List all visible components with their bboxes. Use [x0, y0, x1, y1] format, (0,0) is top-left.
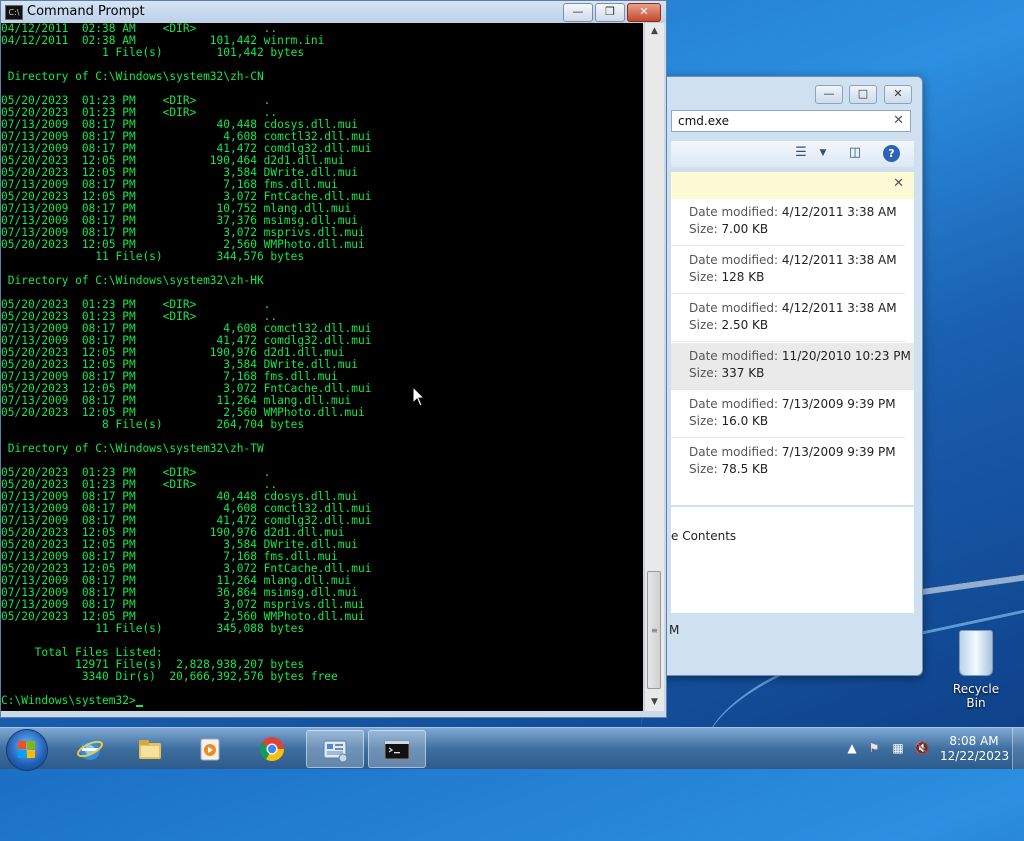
taskbar: ▲ ⚑ ▦ 🔇 8:08 AM 12/22/2023 [0, 727, 1024, 771]
taskbar-clock[interactable]: 8:08 AM 12/22/2023 [940, 734, 1010, 764]
date-value: 4/12/2011 3:38 AM [781, 253, 897, 267]
scrollbar-thumb[interactable]: ≡ [647, 571, 661, 689]
list-item-selected[interactable]: Date modified: 11/20/2010 10:23 PM Size:… [671, 343, 914, 390]
size-value: 16.0 KB [721, 414, 769, 428]
cmd-icon: C:\ [5, 5, 23, 20]
window-title: Command Prompt [27, 4, 145, 19]
chevron-down-icon[interactable]: ▼ [815, 146, 831, 160]
list-item[interactable]: Date modified: 4/12/2011 3:38 AM Size: 7… [671, 199, 905, 246]
file-contents-link[interactable]: e Contents [671, 529, 736, 543]
size-value: 7.00 KB [721, 222, 769, 236]
clock-time: 8:08 AM [949, 734, 999, 748]
date-label: Date modified: [689, 301, 779, 315]
date-value: 7/13/2009 9:39 PM [781, 445, 896, 459]
search-value: cmd.exe [678, 114, 730, 128]
size-label: Size: [689, 318, 718, 332]
clear-search-icon[interactable]: ✕ [893, 113, 904, 128]
taskbar-chrome[interactable] [244, 730, 302, 768]
date-label: Date modified: [689, 253, 779, 267]
size-label: Size: [689, 270, 718, 284]
volume-muted-icon[interactable]: 🔇 [914, 740, 930, 756]
close-button[interactable]: ✕ [884, 85, 912, 104]
recycle-bin[interactable]: Recycle Bin [944, 630, 1008, 710]
chrome-icon [259, 737, 284, 762]
size-value: 78.5 KB [721, 462, 769, 476]
list-item[interactable]: Date modified: 4/12/2011 3:38 AM Size: 2… [671, 295, 905, 342]
size-label: Size: [689, 462, 718, 476]
size-label: Size: [689, 414, 718, 428]
clock-date: 12/22/2023 [940, 749, 1010, 763]
list-item[interactable]: Date modified: 4/12/2011 3:38 AM Size: 1… [671, 247, 905, 294]
size-label: Size: [689, 222, 718, 236]
preview-pane-icon[interactable]: ◫ [847, 146, 863, 160]
status-text: M [669, 623, 680, 637]
start-button[interactable] [6, 729, 48, 771]
folder-icon [139, 740, 161, 759]
date-value: 11/20/2010 10:23 PM [781, 349, 911, 363]
network-icon[interactable]: ▦ [890, 740, 906, 756]
maximize-button[interactable]: ❐ [595, 3, 625, 22]
date-value: 7/13/2009 9:39 PM [781, 397, 896, 411]
list-item[interactable]: Date modified: 7/13/2009 9:39 PM Size: 7… [671, 439, 905, 485]
search-again-panel: e Contents [671, 507, 914, 613]
minimize-button[interactable]: — [563, 3, 593, 22]
date-label: Date modified: [689, 205, 779, 219]
action-center-flag-icon[interactable]: ⚑ [866, 740, 882, 756]
taskbar-file-explorer[interactable] [122, 730, 180, 768]
info-bar[interactable]: ✕ [671, 172, 914, 200]
date-value: 4/12/2011 3:38 AM [781, 205, 897, 219]
search-input[interactable]: cmd.exe ✕ [671, 110, 911, 132]
size-value: 128 KB [721, 270, 765, 284]
search-results-list: Date modified: 4/12/2011 3:38 AM Size: 7… [671, 199, 914, 505]
taskbar-command-prompt[interactable] [368, 730, 426, 768]
date-label: Date modified: [689, 349, 779, 363]
minimize-button[interactable]: — [815, 85, 843, 104]
console-text: 04/12/2011 02:38 AM <DIR> .. 04/12/2011 … [1, 23, 372, 707]
system-tray: ▲ ⚑ ▦ 🔇 [844, 734, 944, 762]
show-desktop-button[interactable] [1012, 728, 1024, 769]
date-label: Date modified: [689, 397, 779, 411]
close-infobar-icon[interactable]: ✕ [893, 176, 904, 191]
date-value: 4/12/2011 3:38 AM [781, 301, 897, 315]
media-player-icon [200, 738, 220, 761]
scroll-up-icon[interactable]: ▲ [645, 23, 664, 40]
taskbar-control-panel[interactable] [306, 730, 364, 768]
console-output[interactable]: 04/12/2011 02:38 AM <DIR> .. 04/12/2011 … [1, 23, 643, 711]
vertical-scrollbar[interactable]: ▲ ≡ ▼ [644, 23, 664, 711]
control-panel-icon [323, 740, 348, 763]
explorer-toolbar: ☰ ▼ ◫ ? [671, 141, 914, 167]
size-value: 2.50 KB [721, 318, 769, 332]
maximize-button[interactable]: □ [849, 85, 877, 104]
taskbar-media-player[interactable] [182, 730, 240, 768]
grip-icon: ≡ [651, 626, 658, 635]
help-icon[interactable]: ? [883, 145, 900, 162]
recycle-bin-label: Recycle Bin [952, 682, 1000, 710]
command-prompt-window[interactable]: C:\ Command Prompt — ❐ ✕ 04/12/2011 02:3… [0, 0, 667, 718]
title-bar[interactable]: C:\ Command Prompt — ❐ ✕ [1, 1, 666, 23]
size-label: Size: [689, 366, 718, 380]
show-hidden-icons-icon[interactable]: ▲ [844, 740, 860, 756]
taskbar-internet-explorer[interactable] [62, 730, 120, 768]
internet-explorer-icon [77, 740, 103, 760]
view-options-icon[interactable]: ☰ [793, 146, 809, 160]
close-button[interactable]: ✕ [627, 3, 661, 22]
windows-logo-icon [18, 741, 36, 759]
text-cursor [135, 705, 143, 707]
list-item[interactable]: Date modified: 7/13/2009 9:39 PM Size: 1… [671, 391, 905, 438]
recycle-bin-icon [959, 630, 993, 676]
scroll-down-icon[interactable]: ▼ [645, 694, 664, 711]
command-prompt-icon [384, 740, 410, 760]
size-value: 337 KB [721, 366, 765, 380]
date-label: Date modified: [689, 445, 779, 459]
